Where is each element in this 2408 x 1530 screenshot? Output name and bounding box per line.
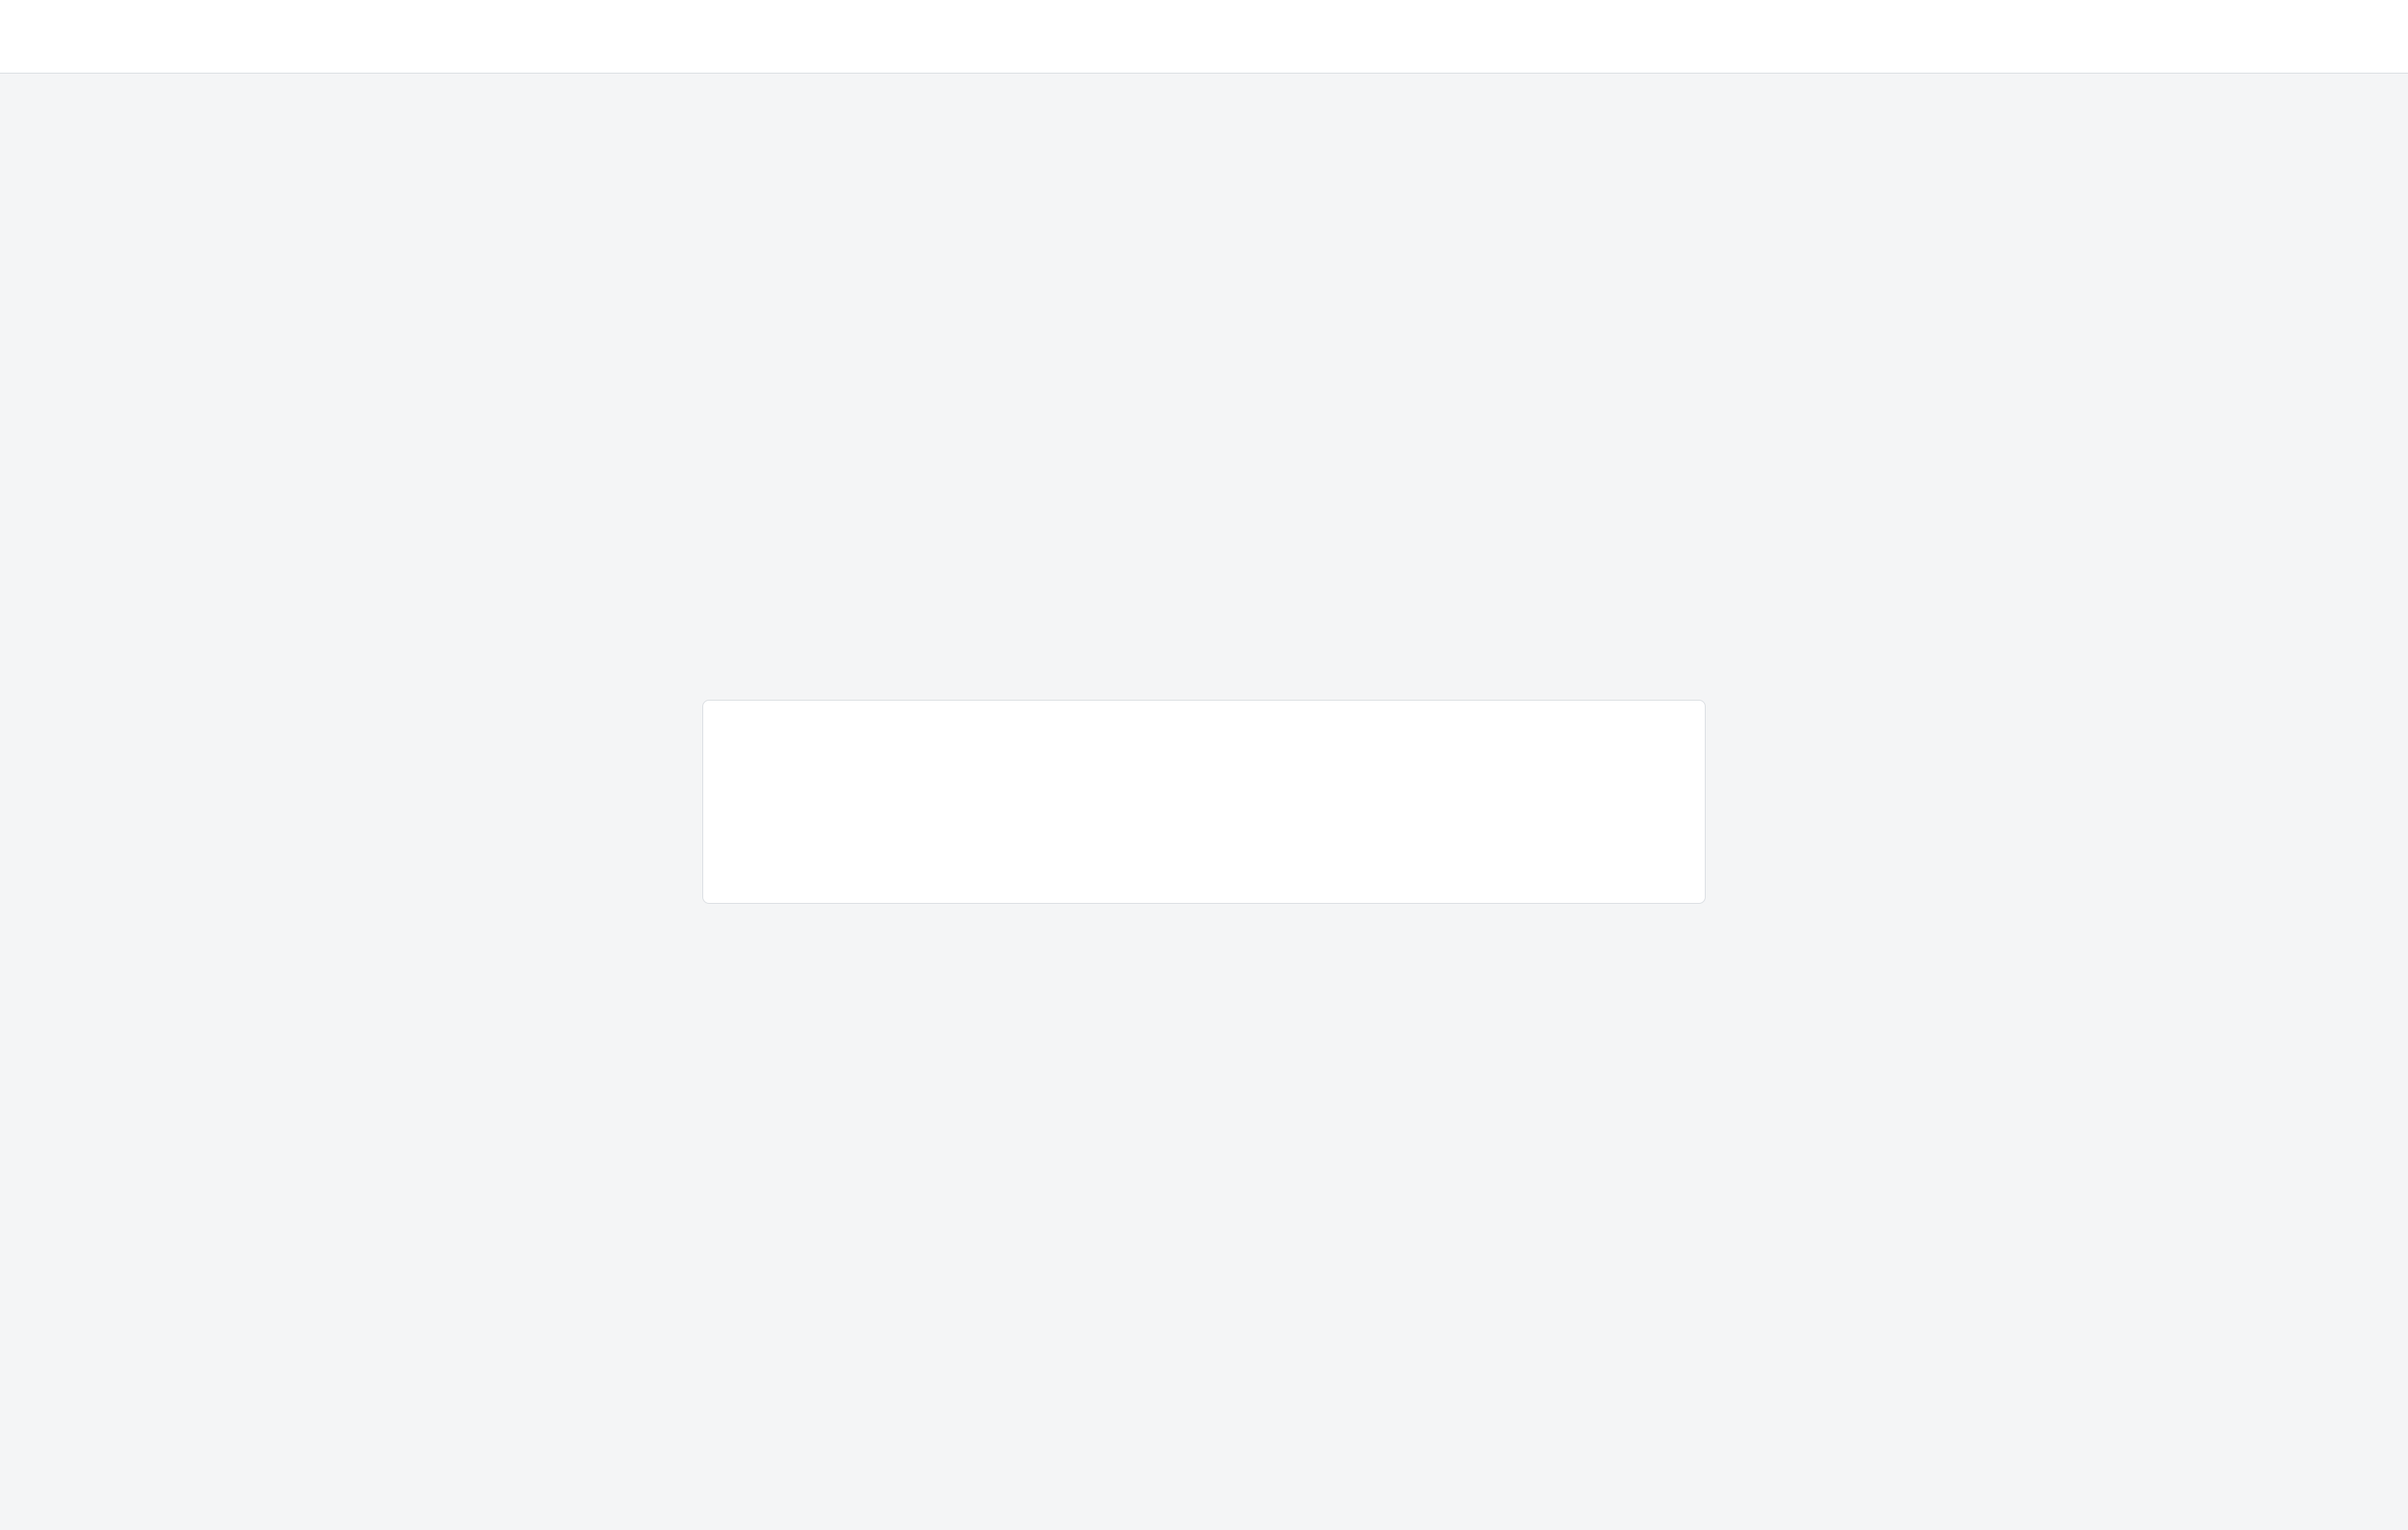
main-content	[0, 74, 2408, 1530]
top-bar	[0, 0, 2408, 74]
content-panel	[702, 700, 1706, 904]
app-window	[0, 0, 2408, 1530]
page-title	[757, 754, 1651, 794]
body-text	[757, 814, 1651, 849]
